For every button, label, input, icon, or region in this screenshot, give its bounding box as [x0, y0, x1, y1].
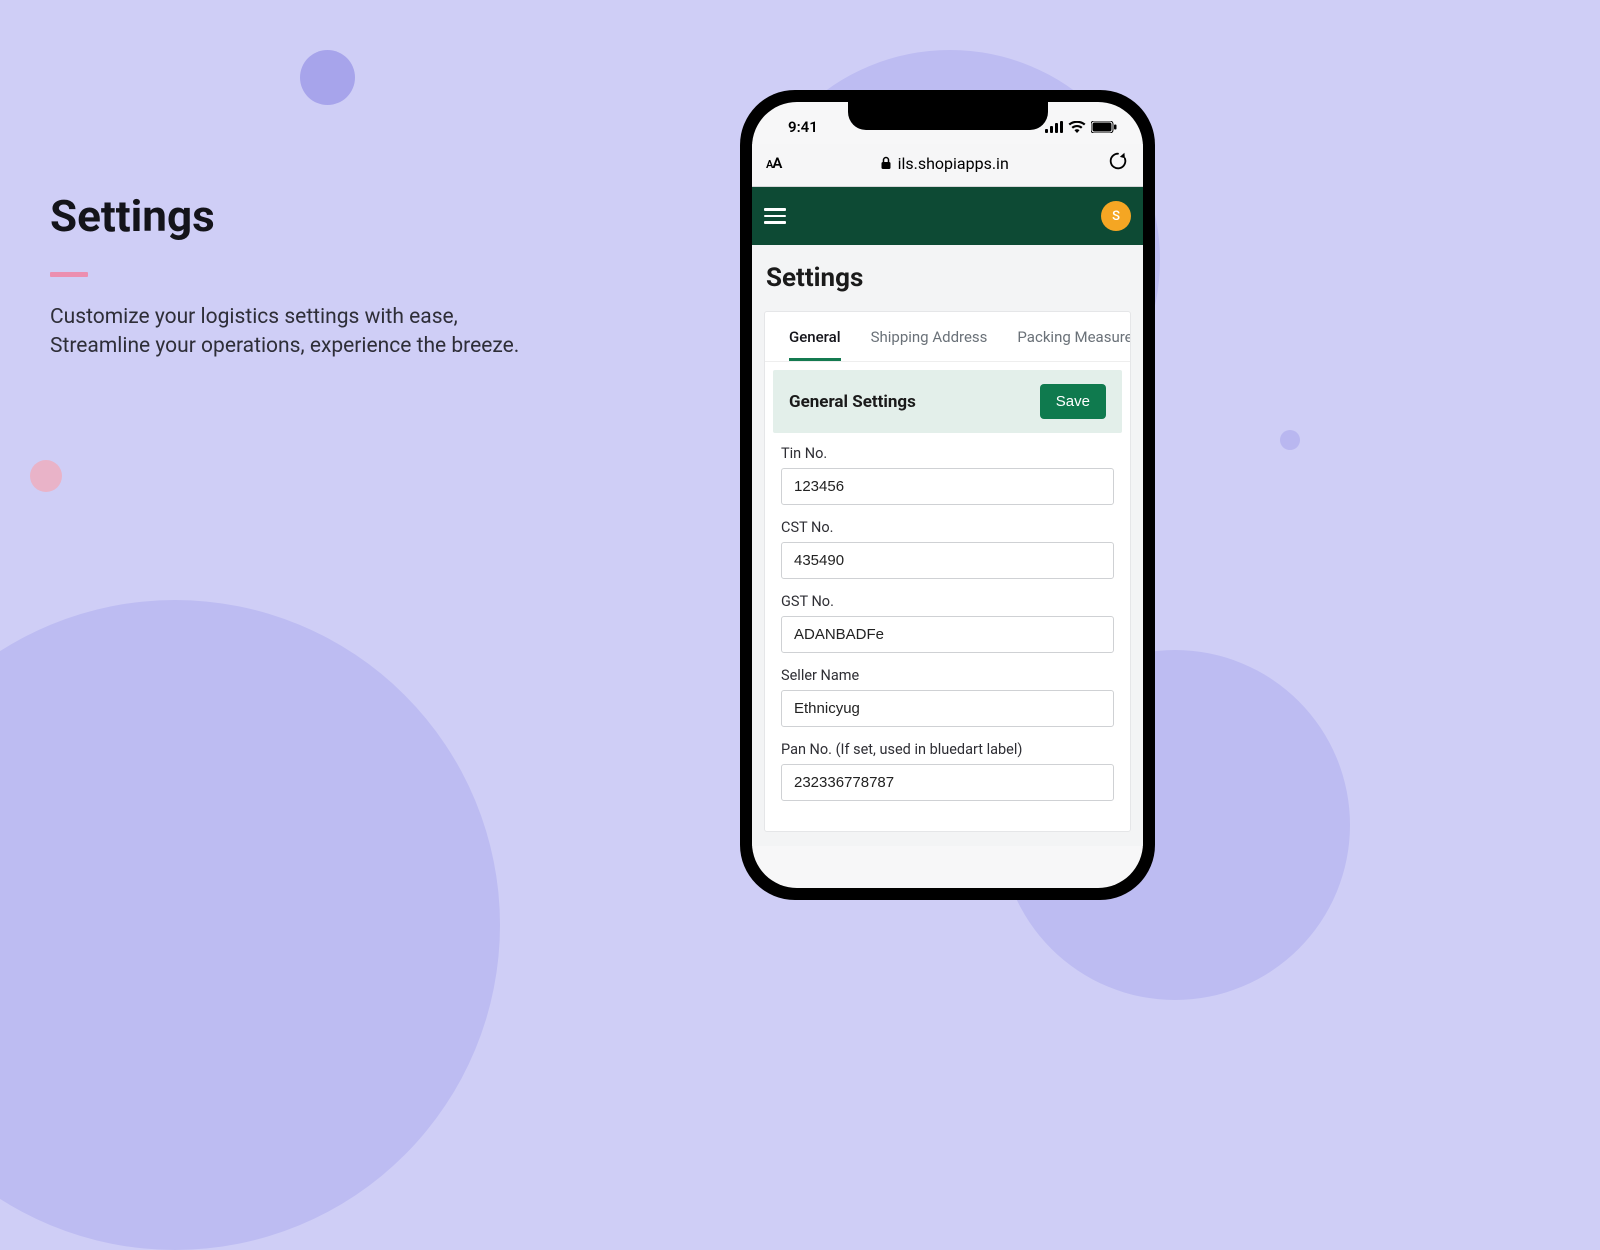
field-gst-no: GST No.: [781, 593, 1114, 653]
decor-circle: [300, 50, 355, 105]
panel-title: General Settings: [789, 392, 916, 412]
status-icons: [1045, 121, 1117, 133]
marketing-text: Settings Customize your logistics settin…: [50, 190, 550, 362]
battery-icon: [1091, 121, 1117, 133]
url-display[interactable]: ils.shopiapps.in: [880, 154, 1009, 173]
decor-circle: [0, 600, 500, 1250]
tab-shipping-address[interactable]: Shipping Address: [871, 328, 988, 361]
screen-title: Settings: [764, 259, 1131, 297]
form: Tin No. CST No. GST No. Seller Name: [765, 441, 1130, 831]
browser-bar: AA ils.shopiapps.in: [752, 144, 1143, 187]
field-pan-no: Pan No. (If set, used in bluedart label): [781, 741, 1114, 801]
decor-circle: [30, 460, 62, 492]
label-seller-name: Seller Name: [781, 667, 1114, 684]
lock-icon: [880, 156, 892, 170]
input-pan-no[interactable]: [781, 764, 1114, 801]
settings-card: General Shipping Address Packing Measure…: [764, 311, 1131, 832]
page-body: Settings General Shipping Address Packin…: [752, 245, 1143, 846]
input-tin-no[interactable]: [781, 468, 1114, 505]
tab-general[interactable]: General: [789, 328, 841, 361]
phone-screen: 9:41 AA ils.shopiapps.in S: [752, 102, 1143, 888]
label-cst-no: CST No.: [781, 519, 1114, 536]
field-tin-no: Tin No.: [781, 445, 1114, 505]
reload-icon: [1107, 150, 1129, 172]
field-cst-no: CST No.: [781, 519, 1114, 579]
accent-bar: [50, 272, 88, 277]
input-seller-name[interactable]: [781, 690, 1114, 727]
url-text: ils.shopiapps.in: [898, 154, 1009, 173]
reload-button[interactable]: [1107, 150, 1129, 176]
avatar[interactable]: S: [1101, 201, 1131, 231]
save-button[interactable]: Save: [1040, 384, 1106, 419]
input-gst-no[interactable]: [781, 616, 1114, 653]
phone-notch: [848, 102, 1048, 130]
marketing-desc: Customize your logistics settings with e…: [50, 303, 550, 362]
app-header: S: [752, 187, 1143, 245]
tabs: General Shipping Address Packing Measure: [765, 312, 1130, 362]
label-gst-no: GST No.: [781, 593, 1114, 610]
menu-button[interactable]: [764, 208, 786, 224]
label-pan-no: Pan No. (If set, used in bluedart label): [781, 741, 1114, 758]
field-seller-name: Seller Name: [781, 667, 1114, 727]
label-tin-no: Tin No.: [781, 445, 1114, 462]
signal-icon: [1045, 121, 1063, 133]
status-time: 9:41: [788, 118, 818, 136]
wifi-icon: [1068, 121, 1086, 133]
tab-packing-measure[interactable]: Packing Measure: [1017, 328, 1130, 361]
input-cst-no[interactable]: [781, 542, 1114, 579]
text-size-control[interactable]: AA: [766, 154, 781, 172]
panel-header: General Settings Save: [773, 370, 1122, 433]
phone-frame: 9:41 AA ils.shopiapps.in S: [740, 90, 1155, 900]
page-title: Settings: [50, 190, 550, 242]
decor-circle: [1280, 430, 1300, 450]
